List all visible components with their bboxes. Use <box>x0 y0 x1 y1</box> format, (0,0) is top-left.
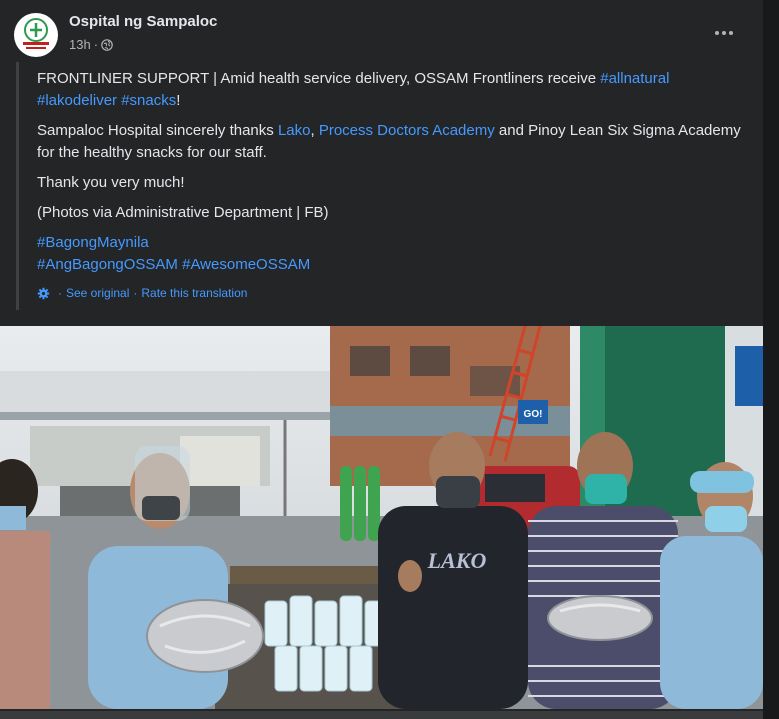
more-horizontal-icon <box>729 31 733 35</box>
next-photo-strip <box>0 711 763 719</box>
translation-separator: · <box>58 286 62 300</box>
post-body: FRONTLINER SUPPORT | Amid health service… <box>37 68 747 276</box>
post-paragraph-2: Sampaloc Hospital sincerely thanks Lako,… <box>37 120 747 164</box>
post-hashtags: #BagongMaynila #AngBagongOSSAM #AwesomeOS… <box>37 232 747 276</box>
mention-process-doctors-academy[interactable]: Process Doctors Academy <box>319 122 495 139</box>
paragraph-end: ! <box>176 92 181 109</box>
hashtag-bagongmaynila[interactable]: #BagongMaynila <box>37 234 149 251</box>
post-paragraph-3: Thank you very much! <box>37 174 185 191</box>
more-horizontal-icon <box>722 31 726 35</box>
hashtag-lakodeliver[interactable]: #lakodeliver <box>37 92 117 109</box>
post-photo[interactable]: GO! LAKO <box>0 326 763 709</box>
street-sign-text: GO! <box>524 409 543 420</box>
shirt-text: LAKO <box>427 548 487 573</box>
post-paragraph-4: (Photos via Administrative Department | … <box>37 204 329 221</box>
paragraph-text: Sampaloc Hospital sincerely thanks <box>37 122 278 139</box>
page-avatar[interactable] <box>14 13 58 57</box>
page-name[interactable]: Ospital ng Sampaloc <box>69 13 217 30</box>
hospital-logo-icon <box>15 14 57 56</box>
paragraph-text: FRONTLINER SUPPORT | Amid health service… <box>37 70 601 87</box>
hashtag-allnatural[interactable]: #allnatural <box>600 70 669 87</box>
post-meta: 13h · <box>69 37 113 52</box>
meta-dot: · <box>93 37 99 52</box>
globe-icon[interactable] <box>101 38 113 51</box>
translation-separator: · <box>133 286 138 300</box>
post-card: Ospital ng Sampaloc 13h · FRONTLINER SUP… <box>0 0 763 719</box>
mention-lako[interactable]: Lako <box>278 122 311 139</box>
hashtag-awesomeossam[interactable]: #AwesomeOSSAM <box>182 256 310 273</box>
translation-quote-bar <box>16 62 19 310</box>
see-original-link[interactable]: See original <box>66 286 129 300</box>
post-paragraph-1: FRONTLINER SUPPORT | Amid health service… <box>37 68 747 112</box>
more-options-button[interactable] <box>708 22 740 44</box>
translation-bar: · See original · Rate this translation <box>37 286 247 300</box>
gear-icon <box>37 287 50 299</box>
hashtag-snacks[interactable]: #snacks <box>121 92 176 109</box>
more-horizontal-icon <box>715 31 719 35</box>
rate-translation-link[interactable]: Rate this translation <box>141 286 247 300</box>
post-time[interactable]: 13h <box>69 37 91 52</box>
photo-scene: GO! LAKO <box>0 326 763 709</box>
paragraph-text: , <box>310 122 319 139</box>
hashtag-angbagongossam[interactable]: #AngBagongOSSAM <box>37 256 178 273</box>
